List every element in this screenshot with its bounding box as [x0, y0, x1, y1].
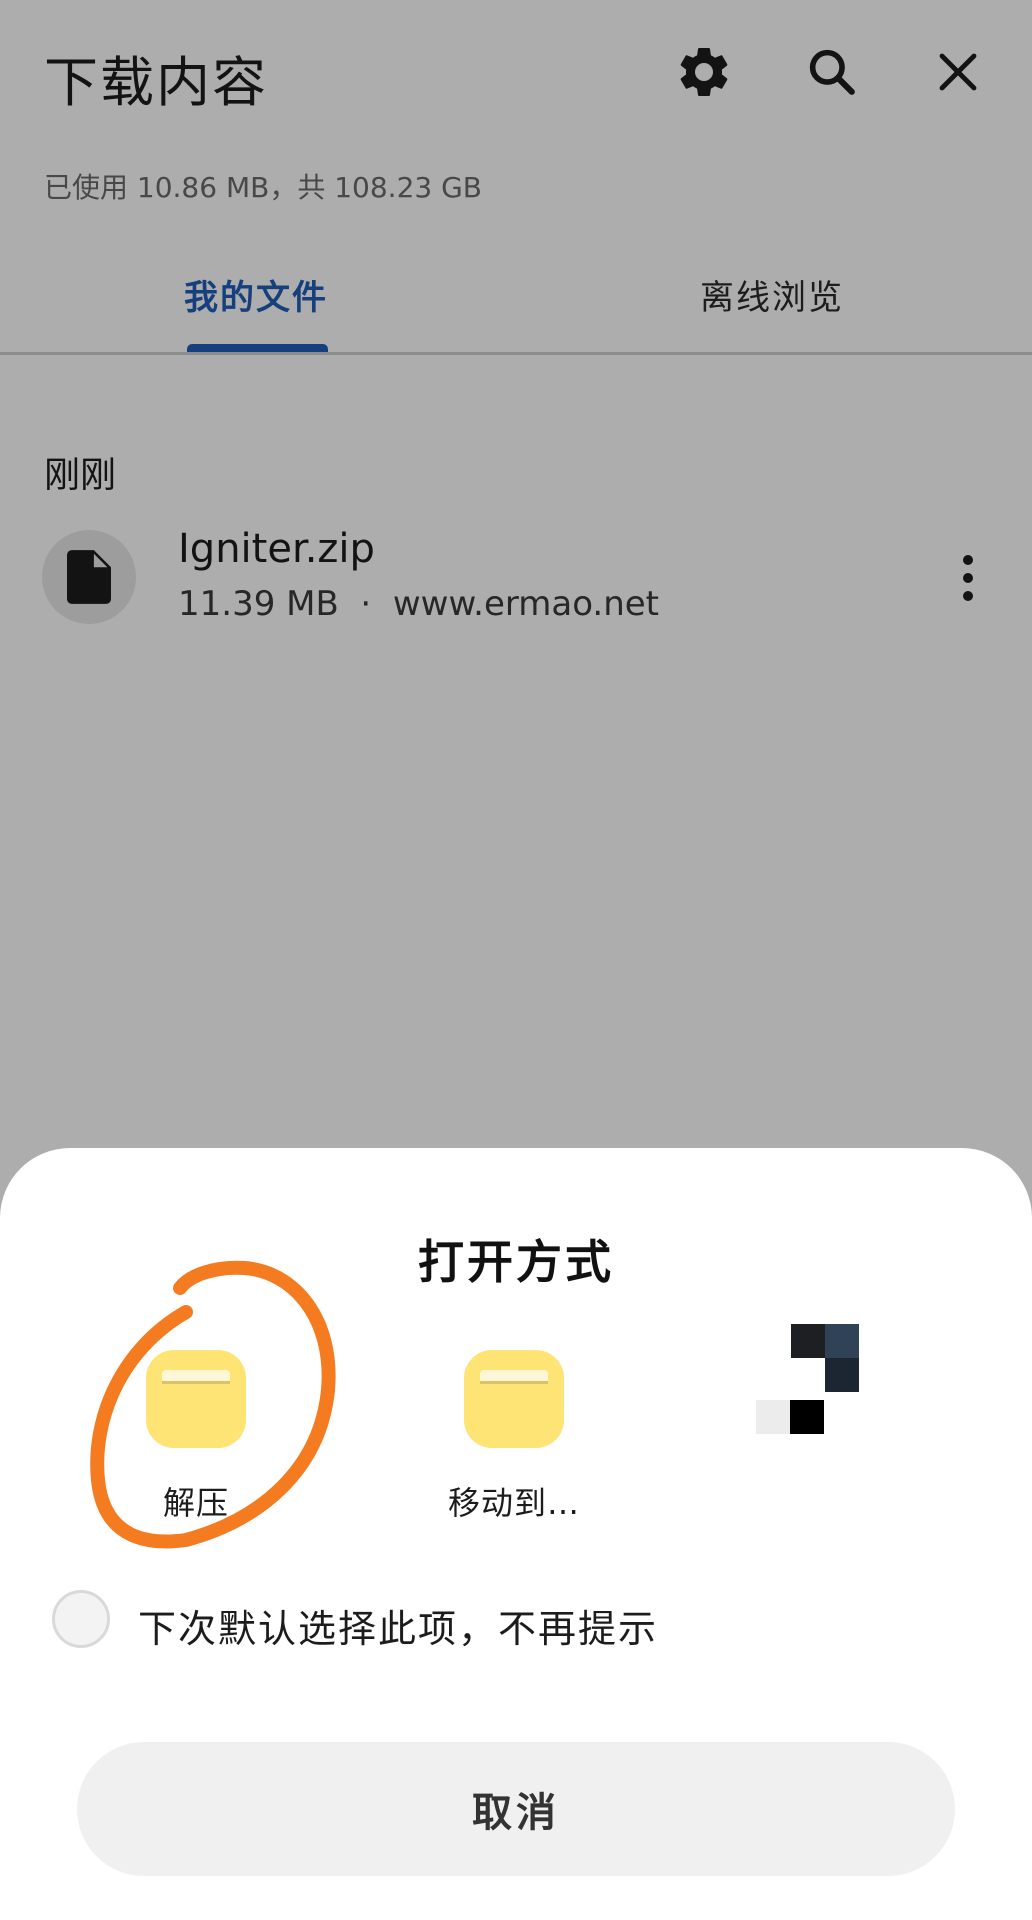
folder-icon — [146, 1350, 246, 1448]
app-label: 解压 — [162, 1484, 229, 1522]
app-option-extract[interactable]: 解压 — [96, 1350, 296, 1524]
app-option-move-to[interactable]: 移动到… — [414, 1350, 614, 1524]
app-label: 移动到… — [447, 1484, 580, 1522]
remember-choice-checkbox[interactable] — [52, 1590, 110, 1648]
pixel-block — [790, 1400, 824, 1434]
remember-choice-label[interactable]: 下次默认选择此项，不再提示 — [138, 1598, 658, 1653]
pixel-block — [756, 1400, 790, 1434]
pixel-block — [825, 1358, 859, 1392]
app-option-redacted[interactable] — [718, 1324, 918, 1510]
open-with-sheet: 打开方式 解压 移动到… 下次默认选择此项，不再提示 取消 — [0, 1148, 1032, 1920]
sheet-title: 打开方式 — [418, 1235, 614, 1289]
pixelated-app-icon — [791, 1324, 825, 1358]
folder-icon — [464, 1350, 564, 1448]
cancel-button[interactable]: 取消 — [77, 1742, 955, 1876]
pixel-block — [825, 1324, 859, 1358]
